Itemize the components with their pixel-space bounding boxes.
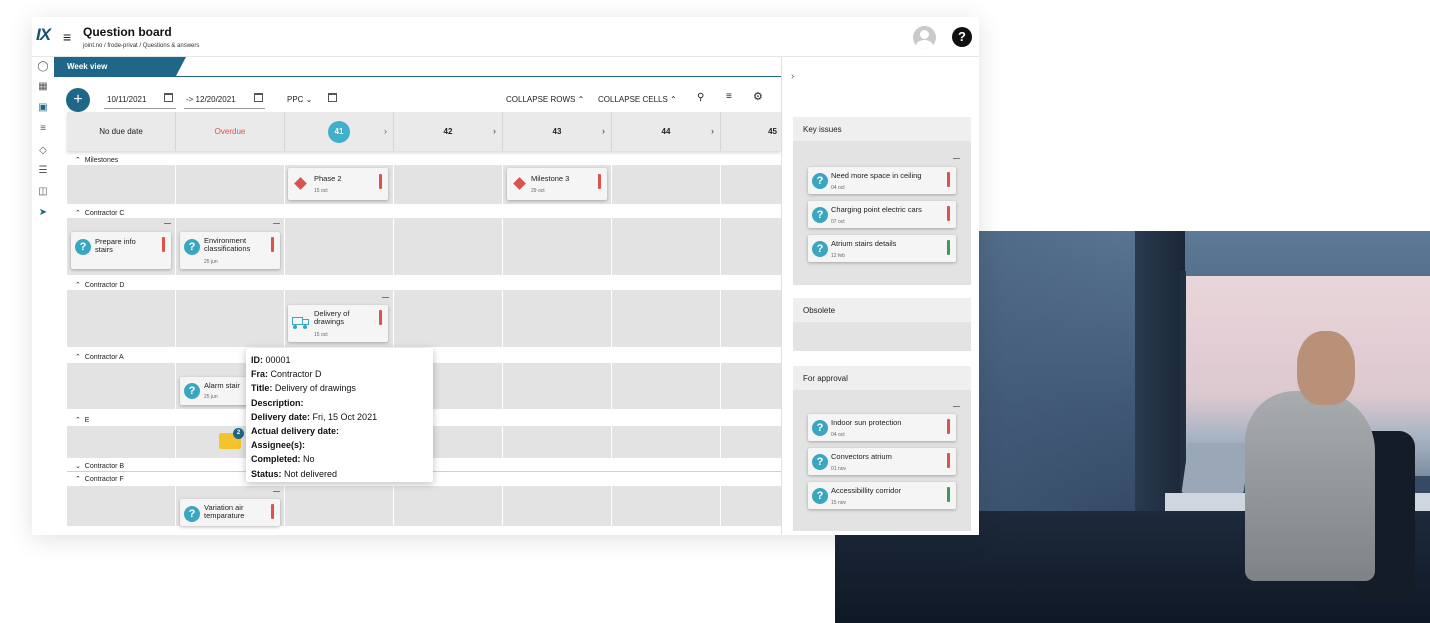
panel-obsolete: Obsolete bbox=[793, 298, 971, 351]
left-nav: ◯ ▦ ▣ ≡ ◇ ☰ ◫ ➤ bbox=[32, 57, 54, 535]
question-icon: ? bbox=[812, 454, 828, 470]
question-card-environment-classifications[interactable]: ? Environment classifications 25 jun bbox=[180, 232, 280, 269]
add-button[interactable]: + bbox=[66, 88, 90, 112]
count-badge: 2 bbox=[233, 428, 244, 439]
question-card[interactable]: ? Convectors atrium 01 nov bbox=[808, 448, 956, 475]
checklist-icon[interactable]: ≡ bbox=[37, 123, 49, 134]
globe-icon[interactable]: ◯ bbox=[37, 61, 49, 72]
question-icon: ? bbox=[812, 488, 828, 504]
list-icon[interactable]: ☰ bbox=[37, 165, 49, 176]
calendar-icon[interactable]: ▣ bbox=[37, 102, 49, 113]
group-contractor-b[interactable]: ⌄ Contractor B bbox=[75, 462, 124, 470]
page-title: Question board bbox=[83, 25, 172, 39]
app-logo[interactable]: IX bbox=[36, 25, 51, 45]
panel-key-issues: Key issues ? Need more space in ceiling … bbox=[793, 117, 971, 285]
breadcrumb[interactable]: joint.no / frode-privat / Questions & an… bbox=[83, 43, 199, 49]
group-contractor-d[interactable]: ⌃ Contractor D bbox=[75, 281, 124, 289]
gear-icon[interactable]: ⚙ bbox=[753, 90, 763, 103]
calendar-icon[interactable] bbox=[164, 93, 173, 104]
tab-week-view[interactable]: Week view bbox=[54, 57, 186, 77]
question-icon: ? bbox=[812, 173, 828, 189]
table-icon[interactable]: ▦ bbox=[37, 81, 49, 92]
milestone-card-phase-2[interactable]: Phase 2 15 oct bbox=[288, 168, 388, 200]
calendar-icon[interactable] bbox=[328, 93, 337, 104]
zoom-icon[interactable]: ⚲ bbox=[697, 92, 704, 103]
column-week-44[interactable]: 44 › bbox=[612, 112, 721, 151]
date-to-input[interactable]: -> 12/20/2021 bbox=[186, 95, 236, 104]
avatar[interactable] bbox=[913, 26, 936, 49]
question-icon: ? bbox=[184, 239, 200, 255]
question-icon: ? bbox=[184, 506, 200, 522]
chevron-right-icon: › bbox=[384, 126, 387, 136]
truck-icon bbox=[292, 316, 310, 329]
milestone-icon bbox=[513, 177, 526, 190]
calendar-icon[interactable] bbox=[254, 93, 263, 104]
send-icon[interactable]: ➤ bbox=[37, 207, 49, 218]
item-tooltip: ID: 00001 Fra: Contractor D Title: Deliv… bbox=[246, 348, 433, 482]
filter-icon[interactable]: ≡ bbox=[726, 91, 732, 102]
group-contractor-c[interactable]: ⌃ Contractor C bbox=[75, 209, 124, 217]
question-icon: ? bbox=[184, 383, 200, 399]
question-icon: ? bbox=[812, 241, 828, 257]
group-contractor-a[interactable]: ⌃ Contractor A bbox=[75, 353, 124, 361]
question-card[interactable]: ? Atrium stairs details 12 feb bbox=[808, 235, 956, 262]
ppc-dropdown[interactable]: PPC ⌄ bbox=[287, 95, 312, 104]
panel-title: Obsolete bbox=[793, 298, 971, 322]
column-week-45[interactable]: 45 bbox=[721, 112, 781, 151]
group-contractor-f[interactable]: ⌃ Contractor F bbox=[75, 475, 124, 483]
date-from-input[interactable]: 10/11/2021 bbox=[107, 95, 146, 104]
help-icon[interactable]: ? bbox=[952, 27, 972, 47]
panel-title: Key issues bbox=[793, 117, 971, 141]
question-card[interactable]: ? Accessibillity corridor 15 nov bbox=[808, 482, 956, 509]
column-week-41[interactable]: 41 › bbox=[285, 112, 394, 151]
panel-title: For approval bbox=[793, 366, 971, 390]
question-card[interactable]: ? Indoor sun protection 04 oct bbox=[808, 414, 956, 441]
column-header-row: No due date Overdue 41 › 42 › 43 › 44 › 45 bbox=[67, 112, 781, 151]
chevron-right-icon: › bbox=[493, 126, 496, 136]
collapse-rows-button[interactable]: COLLAPSE ROWS ⌃ bbox=[506, 95, 584, 104]
question-icon: ? bbox=[812, 420, 828, 436]
menu-icon[interactable]: ≡ bbox=[63, 29, 71, 45]
column-week-42[interactable]: 42 › bbox=[394, 112, 503, 151]
question-icon: ? bbox=[75, 239, 91, 255]
question-card-prepare-info-stairs[interactable]: ? Prepare info stairs bbox=[71, 232, 171, 269]
chevron-right-icon[interactable]: › bbox=[791, 71, 794, 82]
chevron-right-icon: › bbox=[711, 126, 714, 136]
app-window: IX ≡ Question board joint.no / frode-pri… bbox=[32, 17, 979, 535]
column-week-43[interactable]: 43 › bbox=[503, 112, 612, 151]
truck-icon[interactable]: ◫ bbox=[37, 186, 49, 197]
question-card[interactable]: ? Charging point electric cars 07 oct bbox=[808, 201, 956, 228]
collapse-cells-button[interactable]: COLLAPSE CELLS ⌃ bbox=[598, 95, 677, 104]
milestone-icon bbox=[294, 177, 307, 190]
milestone-card-milestone-3[interactable]: Milestone 3 29 oct bbox=[507, 168, 607, 200]
question-icon: ? bbox=[812, 207, 828, 223]
group-e[interactable]: ⌃ E bbox=[75, 416, 89, 424]
panel-for-approval: For approval ? Indoor sun protection 04 … bbox=[793, 366, 971, 531]
column-no-due-date[interactable]: No due date bbox=[67, 112, 176, 151]
group-milestones[interactable]: ⌃ Milestones bbox=[75, 156, 118, 164]
question-card[interactable]: ? Need more space in ceiling 04 oct bbox=[808, 167, 956, 194]
chevron-right-icon: › bbox=[602, 126, 605, 136]
delivery-card-delivery-of-drawings[interactable]: Delivery of drawings 15 oct bbox=[288, 305, 388, 342]
diamond-icon[interactable]: ◇ bbox=[37, 145, 49, 156]
column-overdue[interactable]: Overdue bbox=[176, 112, 285, 151]
toolbar: + 10/11/2021 -> 12/20/2021 PPC ⌄ COLLAPS… bbox=[54, 85, 781, 115]
question-card-variation-air-temparature[interactable]: ? Variation air temparature bbox=[180, 499, 280, 526]
top-bar: IX ≡ Question board joint.no / frode-pri… bbox=[32, 17, 979, 57]
